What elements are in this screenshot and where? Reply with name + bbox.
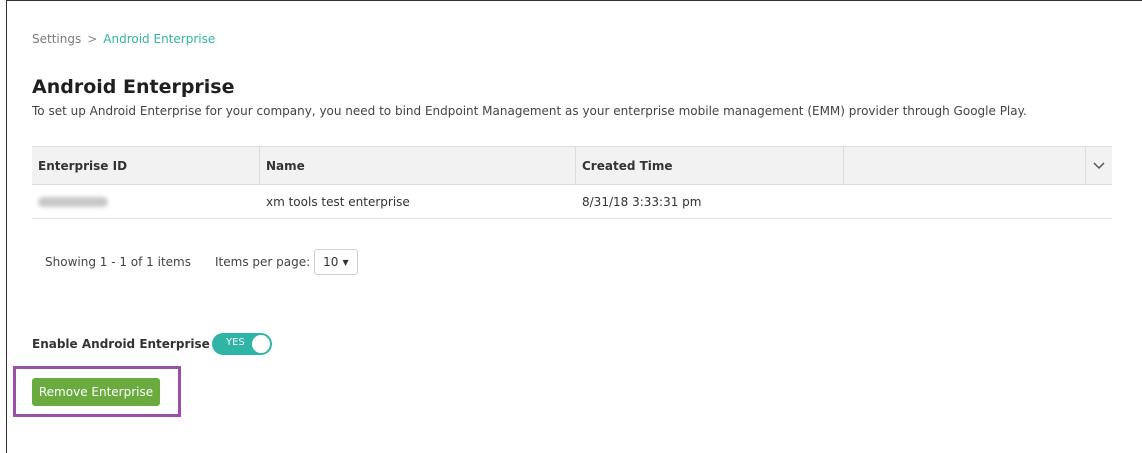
table-header: Enterprise ID Name Created Time (32, 146, 1112, 185)
toggle-knob (252, 335, 270, 353)
cell-name: xm tools test enterprise (266, 194, 410, 209)
page-description: To set up Android Enterprise for your co… (32, 104, 1027, 118)
page-title: Android Enterprise (32, 76, 235, 98)
items-per-page-select[interactable]: 10 ▼ (314, 249, 358, 275)
pager: Showing 1 - 1 of 1 items Items per page:… (45, 249, 358, 275)
toggle-state-text: YES (226, 337, 245, 348)
enterprise-table: Enterprise ID Name Created Time LC04fxe2… (32, 146, 1112, 219)
items-per-page-value: 10 (323, 255, 339, 269)
column-header-blank (844, 147, 1112, 184)
column-header-enterprise-id[interactable]: Enterprise ID (32, 147, 260, 184)
pager-showing-text: Showing 1 - 1 of 1 items (45, 255, 191, 269)
chevron-down-icon (1093, 161, 1105, 169)
items-per-page-label: Items per page: (215, 255, 311, 269)
breadcrumb-settings-link[interactable]: Settings (32, 32, 81, 46)
breadcrumb: Settings > Android Enterprise (32, 32, 215, 46)
enable-android-enterprise-label: Enable Android Enterprise (32, 337, 210, 351)
enable-android-enterprise-row: Enable Android Enterprise YES (32, 333, 272, 355)
breadcrumb-current[interactable]: Android Enterprise (103, 32, 215, 46)
redacted-enterprise-id: LC04fxe2x8 (38, 196, 108, 207)
cell-blank (844, 185, 1112, 218)
enable-android-enterprise-toggle[interactable]: YES (212, 333, 272, 355)
breadcrumb-separator: > (87, 32, 98, 46)
table-row[interactable]: LC04fxe2x8 xm tools test enterprise 8/31… (32, 185, 1112, 219)
remove-enterprise-button[interactable]: Remove Enterprise (32, 378, 160, 406)
column-header-created-time[interactable]: Created Time (576, 147, 844, 184)
cell-created-time: 8/31/18 3:33:31 pm (582, 194, 702, 209)
column-chooser-button[interactable] (1085, 147, 1112, 184)
column-header-name[interactable]: Name (260, 147, 576, 184)
caret-down-icon: ▼ (342, 257, 349, 267)
cell-enterprise-id: LC04fxe2x8 (32, 185, 260, 218)
